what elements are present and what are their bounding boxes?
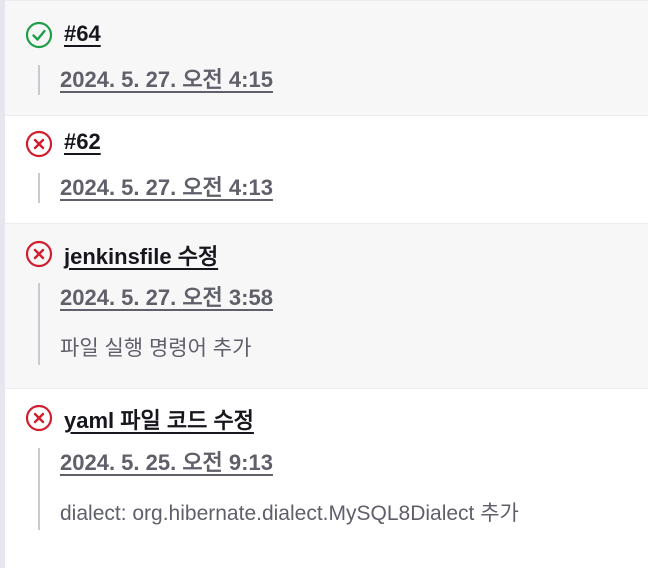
build-history-list: #64 2024. 5. 27. 오전 4:15 #62 2024. 5. 27… <box>5 0 648 568</box>
build-details: 2024. 5. 27. 오전 3:58 파일 실행 명령어 추가 <box>38 283 600 365</box>
build-title-link[interactable]: jenkinsfile 수정 <box>64 239 218 271</box>
build-history-page: #64 2024. 5. 27. 오전 4:15 #62 2024. 5. 27… <box>0 0 648 568</box>
build-row: yaml 파일 코드 수정 2024. 5. 25. 오전 9:13 diale… <box>5 388 648 568</box>
build-timestamp-link[interactable]: 2024. 5. 27. 오전 4:13 <box>60 173 273 203</box>
build-timestamp-link[interactable]: 2024. 5. 27. 오전 3:58 <box>60 283 600 313</box>
build-timestamp-link[interactable]: 2024. 5. 27. 오전 4:15 <box>60 65 273 95</box>
build-commit-message: dialect: org.hibernate.dialect.MySQL8Dia… <box>60 502 519 525</box>
x-circle-icon <box>25 404 53 432</box>
x-circle-icon <box>25 130 53 158</box>
build-details: 2024. 5. 27. 오전 4:15 <box>38 65 273 95</box>
build-row: #64 2024. 5. 27. 오전 4:15 <box>5 0 648 115</box>
build-row: #62 2024. 5. 27. 오전 4:13 <box>5 115 648 223</box>
build-title-link[interactable]: #64 <box>64 21 101 47</box>
build-details: 2024. 5. 27. 오전 4:13 <box>38 173 273 203</box>
build-title-link[interactable]: yaml 파일 코드 수정 <box>64 403 254 435</box>
check-circle-icon <box>25 21 53 49</box>
build-title-link[interactable]: #62 <box>64 129 101 155</box>
build-commit-message: 파일 실행 명령어 추가 <box>60 337 252 360</box>
x-circle-icon <box>25 240 53 268</box>
build-details: 2024. 5. 25. 오전 9:13 dialect: org.hibern… <box>38 448 600 530</box>
build-row: jenkinsfile 수정 2024. 5. 27. 오전 3:58 파일 실… <box>5 223 648 388</box>
build-timestamp-link[interactable]: 2024. 5. 25. 오전 9:13 <box>60 448 600 478</box>
